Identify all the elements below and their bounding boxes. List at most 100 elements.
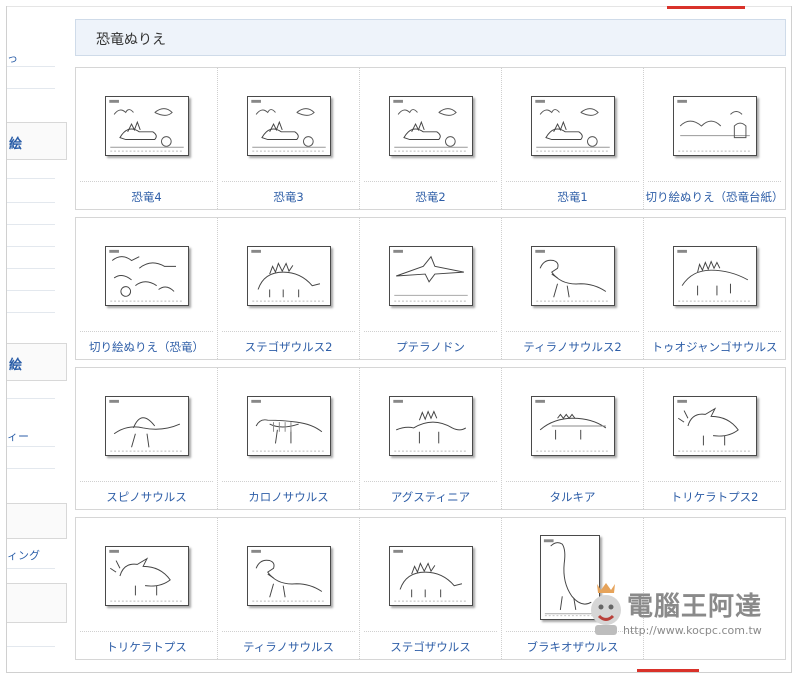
- watermark: 電腦王阿達 http://www.kocpc.com.tw: [583, 580, 788, 648]
- thumbnail[interactable]: [105, 246, 189, 306]
- coloring-page-item[interactable]: ティラノサウルス2: [502, 218, 644, 359]
- thumbnail[interactable]: [531, 396, 615, 456]
- item-link[interactable]: プテラノドン: [360, 339, 501, 355]
- tyrannosaurus-icon: [251, 549, 326, 602]
- thumbnail[interactable]: [389, 96, 473, 156]
- caption-divider: [506, 331, 639, 332]
- coloring-page-item[interactable]: カロノサウルス: [218, 368, 360, 509]
- thumbnail[interactable]: [673, 246, 757, 306]
- item-link[interactable]: トリケラトプス2: [644, 489, 785, 505]
- tuojiangosaurus-icon: [677, 249, 752, 302]
- sidebar-fragment[interactable]: ィング: [7, 547, 40, 563]
- sidebar-menu-box[interactable]: [7, 503, 67, 539]
- thumbnail[interactable]: [105, 96, 189, 156]
- sidebar-fragment[interactable]: っ: [7, 50, 18, 66]
- watermark-title: 電腦王阿達: [627, 592, 763, 622]
- section-header: 恐竜ぬりえ: [75, 19, 786, 56]
- coloring-page-item[interactable]: 恐竜1: [502, 68, 644, 209]
- sidebar-divider: [7, 224, 55, 225]
- caption-divider: [80, 631, 213, 632]
- thumbnail[interactable]: [389, 546, 473, 606]
- item-link[interactable]: トリケラトプス: [76, 639, 217, 655]
- coloring-page-item[interactable]: ステゴザウルス2: [218, 218, 360, 359]
- item-link[interactable]: ティラノサウルス2: [502, 339, 643, 355]
- grid-row: 切り絵ぬりえ（恐竜） ステゴザウルス2 プテラノドン ティラノサウルス2 トゥオジャンゴ…: [75, 217, 786, 360]
- grid-row: スピノサウルス カロノサウルス アグスティニア タルキア トリケラトプス2: [75, 367, 786, 510]
- tarchia-icon: [535, 399, 610, 452]
- coloring-page-item[interactable]: トリケラトプス: [76, 518, 218, 659]
- pteranodon-icon: [393, 249, 468, 302]
- sidebar-menu-box[interactable]: 絵: [7, 343, 67, 381]
- thumbnail[interactable]: [105, 396, 189, 456]
- thumbnail[interactable]: [247, 246, 331, 306]
- sidebar-divider: [7, 246, 55, 247]
- item-link[interactable]: アグスティニア: [360, 489, 501, 505]
- caption-divider: [222, 181, 355, 182]
- item-link[interactable]: 恐竜1: [502, 189, 643, 205]
- sidebar-fragment[interactable]: ィー: [7, 428, 29, 444]
- caption-divider: [80, 331, 213, 332]
- coloring-page-item[interactable]: 切り絵ぬりえ（恐竜）: [76, 218, 218, 359]
- item-link[interactable]: トゥオジャンゴサウルス: [644, 339, 785, 355]
- item-link[interactable]: 切り絵ぬりえ（恐竜台紙）: [644, 189, 785, 205]
- item-link[interactable]: 切り絵ぬりえ（恐竜）: [76, 339, 217, 355]
- page-frame: っ 絵 絵 ィー ィング 恐竜ぬりえ 恐竜4 恐竜3 恐竜2 恐竜1 切り絵ぬりえ（恐竜…: [6, 6, 792, 673]
- sidebar-menu-box[interactable]: [7, 583, 67, 623]
- sidebar-menu-box[interactable]: 絵: [7, 122, 67, 160]
- thumbnail[interactable]: [105, 546, 189, 606]
- item-link[interactable]: スピノサウルス: [76, 489, 217, 505]
- item-link[interactable]: カロノサウルス: [218, 489, 359, 505]
- coloring-page-item[interactable]: 恐竜2: [360, 68, 502, 209]
- item-link[interactable]: ステゴザウルス: [360, 639, 501, 655]
- thumbnail[interactable]: [531, 96, 615, 156]
- caption-divider: [222, 481, 355, 482]
- coloring-page-item[interactable]: タルキア: [502, 368, 644, 509]
- sidebar-divider: [7, 178, 55, 179]
- caption-divider: [648, 331, 781, 332]
- agustinia-icon: [393, 399, 468, 452]
- thumbnail[interactable]: [389, 396, 473, 456]
- thumbnail[interactable]: [673, 396, 757, 456]
- coloring-page-item[interactable]: プテラノドン: [360, 218, 502, 359]
- triceratops-icon: [109, 549, 184, 602]
- item-link[interactable]: ティラノサウルス: [218, 639, 359, 655]
- sidebar-divider: [7, 202, 55, 203]
- coloring-page-item[interactable]: 恐竜4: [76, 68, 218, 209]
- grid-row: 恐竜4 恐竜3 恐竜2 恐竜1 切り絵ぬりえ（恐竜台紙）: [75, 67, 786, 210]
- coloring-page-item[interactable]: トゥオジャンゴサウルス: [644, 218, 785, 359]
- item-link[interactable]: ステゴザウルス2: [218, 339, 359, 355]
- coloring-page-item[interactable]: スピノサウルス: [76, 368, 218, 509]
- thumbnail[interactable]: [247, 96, 331, 156]
- item-link[interactable]: 恐竜2: [360, 189, 501, 205]
- sidebar-divider: [7, 290, 55, 291]
- thumbnail[interactable]: [247, 546, 331, 606]
- caption-divider: [364, 331, 497, 332]
- thumbnail[interactable]: [247, 396, 331, 456]
- coloring-page-item[interactable]: 恐竜3: [218, 68, 360, 209]
- item-link[interactable]: 恐竜3: [218, 189, 359, 205]
- caption-divider: [648, 181, 781, 182]
- sidebar-divider: [7, 88, 55, 89]
- dinosaur-scene-icon: [393, 99, 468, 152]
- item-link[interactable]: タルキア: [502, 489, 643, 505]
- coloring-page-item[interactable]: トリケラトプス2: [644, 368, 785, 509]
- sidebar-divider: [7, 646, 55, 647]
- coloring-page-item[interactable]: アグスティニア: [360, 368, 502, 509]
- coloring-page-item[interactable]: ステゴザウルス: [360, 518, 502, 659]
- caption-divider: [506, 181, 639, 182]
- sidebar-divider: [7, 66, 55, 67]
- caption-divider: [222, 331, 355, 332]
- spinosaurus-icon: [109, 399, 184, 452]
- thumbnail[interactable]: [389, 246, 473, 306]
- item-link[interactable]: 恐竜4: [76, 189, 217, 205]
- coloring-page-item[interactable]: 切り絵ぬりえ（恐竜台紙）: [644, 68, 785, 209]
- background-scene-icon: [677, 99, 752, 152]
- section-title: 恐竜ぬりえ: [96, 32, 166, 48]
- caption-divider: [80, 181, 213, 182]
- dinosaur-scene-icon: [109, 99, 184, 152]
- sidebar-divider: [7, 568, 55, 569]
- tyrannosaurus-icon: [535, 249, 610, 302]
- coloring-page-item[interactable]: ティラノサウルス: [218, 518, 360, 659]
- thumbnail[interactable]: [531, 246, 615, 306]
- thumbnail[interactable]: [673, 96, 757, 156]
